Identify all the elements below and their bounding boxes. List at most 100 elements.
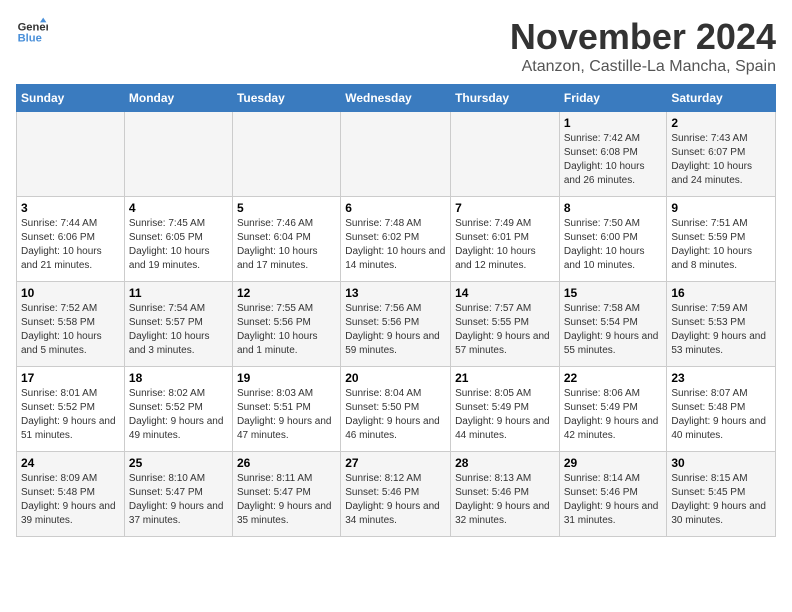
title-section: November 2024 Atanzon, Castille-La Manch… (510, 16, 776, 76)
day-number: 26 (237, 456, 336, 470)
calendar-cell: 1 Sunrise: 7:42 AM Sunset: 6:08 PM Daylig… (559, 112, 667, 197)
day-info: Sunrise: 7:59 AM Sunset: 5:53 PM Dayligh… (671, 302, 771, 358)
calendar-cell: 23 Sunrise: 8:07 AM Sunset: 5:48 PM Dayli… (667, 367, 776, 452)
calendar-cell: 2 Sunrise: 7:43 AM Sunset: 6:07 PM Daylig… (667, 112, 776, 197)
logo-icon: General Blue (16, 16, 48, 48)
calendar-cell: 30 Sunrise: 8:15 AM Sunset: 5:45 PM Dayli… (667, 452, 776, 537)
day-number: 22 (564, 371, 663, 385)
calendar-cell (17, 112, 125, 197)
day-number: 23 (671, 371, 771, 385)
calendar-cell: 25 Sunrise: 8:10 AM Sunset: 5:47 PM Dayli… (124, 452, 232, 537)
calendar-cell: 7 Sunrise: 7:49 AM Sunset: 6:01 PM Daylig… (451, 197, 560, 282)
weekday-header-row: SundayMondayTuesdayWednesdayThursdayFrid… (17, 85, 776, 112)
calendar-cell: 5 Sunrise: 7:46 AM Sunset: 6:04 PM Daylig… (232, 197, 340, 282)
day-number: 30 (671, 456, 771, 470)
calendar-cell: 15 Sunrise: 7:58 AM Sunset: 5:54 PM Dayli… (559, 282, 667, 367)
calendar-cell: 14Sunrise: 7:57 AM Sunset: 5:55 PM Dayli… (451, 282, 560, 367)
day-number: 18 (129, 371, 228, 385)
calendar-cell: 24Sunrise: 8:09 AM Sunset: 5:48 PM Dayli… (17, 452, 125, 537)
day-info: Sunrise: 7:51 AM Sunset: 5:59 PM Dayligh… (671, 217, 771, 273)
calendar-cell (232, 112, 340, 197)
location-title: Atanzon, Castille-La Mancha, Spain (510, 58, 776, 76)
calendar-cell: 4 Sunrise: 7:45 AM Sunset: 6:05 PM Daylig… (124, 197, 232, 282)
calendar-cell (341, 112, 451, 197)
day-info: Sunrise: 8:13 AM Sunset: 5:46 PM Dayligh… (455, 472, 555, 528)
calendar-cell (124, 112, 232, 197)
day-number: 21 (455, 371, 555, 385)
calendar-cell: 18Sunrise: 8:02 AM Sunset: 5:52 PM Dayli… (124, 367, 232, 452)
day-number: 4 (129, 201, 228, 215)
day-number: 17 (21, 371, 120, 385)
calendar-week-row: 10 Sunrise: 7:52 AM Sunset: 5:58 PM Dayli… (17, 282, 776, 367)
day-number: 5 (237, 201, 336, 215)
day-number: 3 (21, 201, 120, 215)
day-number: 13 (345, 286, 446, 300)
calendar-week-row: 1 Sunrise: 7:42 AM Sunset: 6:08 PM Daylig… (17, 112, 776, 197)
day-number: 8 (564, 201, 663, 215)
day-number: 25 (129, 456, 228, 470)
day-info: Sunrise: 8:07 AM Sunset: 5:48 PM Dayligh… (671, 387, 771, 443)
day-number: 27 (345, 456, 446, 470)
day-info: Sunrise: 8:04 AM Sunset: 5:50 PM Dayligh… (345, 387, 446, 443)
day-number: 19 (237, 371, 336, 385)
day-number: 6 (345, 201, 446, 215)
calendar-cell: 21 Sunrise: 8:05 AM Sunset: 5:49 PM Dayli… (451, 367, 560, 452)
day-info: Sunrise: 7:48 AM Sunset: 6:02 PM Dayligh… (345, 217, 446, 273)
calendar-cell: 16 Sunrise: 7:59 AM Sunset: 5:53 PM Dayli… (667, 282, 776, 367)
calendar-cell: 13 Sunrise: 7:56 AM Sunset: 5:56 PM Dayli… (341, 282, 451, 367)
calendar-cell: 9 Sunrise: 7:51 AM Sunset: 5:59 PM Daylig… (667, 197, 776, 282)
day-number: 20 (345, 371, 446, 385)
day-number: 16 (671, 286, 771, 300)
day-number: 10 (21, 286, 120, 300)
weekday-header: Friday (559, 85, 667, 112)
day-info: Sunrise: 7:49 AM Sunset: 6:01 PM Dayligh… (455, 217, 555, 273)
svg-text:Blue: Blue (18, 33, 42, 45)
header: General Blue November 2024 Atanzon, Cast… (16, 16, 776, 76)
weekday-header: Wednesday (341, 85, 451, 112)
day-number: 7 (455, 201, 555, 215)
logo: General Blue (16, 16, 48, 48)
day-info: Sunrise: 8:01 AM Sunset: 5:52 PM Dayligh… (21, 387, 120, 443)
day-number: 12 (237, 286, 336, 300)
calendar-cell: 27Sunrise: 8:12 AM Sunset: 5:46 PM Dayli… (341, 452, 451, 537)
day-number: 2 (671, 116, 771, 130)
day-info: Sunrise: 7:55 AM Sunset: 5:56 PM Dayligh… (237, 302, 336, 358)
month-title: November 2024 (510, 16, 776, 58)
svg-text:General: General (18, 21, 48, 33)
calendar-cell: 8Sunrise: 7:50 AM Sunset: 6:00 PM Daylig… (559, 197, 667, 282)
calendar-cell: 12 Sunrise: 7:55 AM Sunset: 5:56 PM Dayli… (232, 282, 340, 367)
day-info: Sunrise: 7:52 AM Sunset: 5:58 PM Dayligh… (21, 302, 120, 358)
day-info: Sunrise: 7:45 AM Sunset: 6:05 PM Dayligh… (129, 217, 228, 273)
calendar-week-row: 24Sunrise: 8:09 AM Sunset: 5:48 PM Dayli… (17, 452, 776, 537)
day-info: Sunrise: 8:10 AM Sunset: 5:47 PM Dayligh… (129, 472, 228, 528)
day-info: Sunrise: 7:57 AM Sunset: 5:55 PM Dayligh… (455, 302, 555, 358)
day-info: Sunrise: 8:05 AM Sunset: 5:49 PM Dayligh… (455, 387, 555, 443)
calendar-cell: 3Sunrise: 7:44 AM Sunset: 6:06 PM Daylig… (17, 197, 125, 282)
calendar-cell: 11Sunrise: 7:54 AM Sunset: 5:57 PM Dayli… (124, 282, 232, 367)
day-info: Sunrise: 7:56 AM Sunset: 5:56 PM Dayligh… (345, 302, 446, 358)
day-info: Sunrise: 8:15 AM Sunset: 5:45 PM Dayligh… (671, 472, 771, 528)
day-info: Sunrise: 8:14 AM Sunset: 5:46 PM Dayligh… (564, 472, 663, 528)
calendar-cell: 17 Sunrise: 8:01 AM Sunset: 5:52 PM Dayli… (17, 367, 125, 452)
day-info: Sunrise: 7:58 AM Sunset: 5:54 PM Dayligh… (564, 302, 663, 358)
day-number: 9 (671, 201, 771, 215)
day-info: Sunrise: 7:42 AM Sunset: 6:08 PM Dayligh… (564, 132, 663, 188)
weekday-header: Saturday (667, 85, 776, 112)
calendar-cell: 26 Sunrise: 8:11 AM Sunset: 5:47 PM Dayli… (232, 452, 340, 537)
day-number: 24 (21, 456, 120, 470)
weekday-header: Thursday (451, 85, 560, 112)
calendar-week-row: 3Sunrise: 7:44 AM Sunset: 6:06 PM Daylig… (17, 197, 776, 282)
weekday-header: Tuesday (232, 85, 340, 112)
calendar-cell: 29Sunrise: 8:14 AM Sunset: 5:46 PM Dayli… (559, 452, 667, 537)
calendar-cell: 22 Sunrise: 8:06 AM Sunset: 5:49 PM Dayli… (559, 367, 667, 452)
day-info: Sunrise: 7:46 AM Sunset: 6:04 PM Dayligh… (237, 217, 336, 273)
calendar-cell (451, 112, 560, 197)
weekday-header: Sunday (17, 85, 125, 112)
calendar-cell: 28Sunrise: 8:13 AM Sunset: 5:46 PM Dayli… (451, 452, 560, 537)
calendar-table: SundayMondayTuesdayWednesdayThursdayFrid… (16, 84, 776, 537)
day-number: 15 (564, 286, 663, 300)
day-number: 1 (564, 116, 663, 130)
day-info: Sunrise: 8:11 AM Sunset: 5:47 PM Dayligh… (237, 472, 336, 528)
day-info: Sunrise: 8:06 AM Sunset: 5:49 PM Dayligh… (564, 387, 663, 443)
day-info: Sunrise: 7:43 AM Sunset: 6:07 PM Dayligh… (671, 132, 771, 188)
